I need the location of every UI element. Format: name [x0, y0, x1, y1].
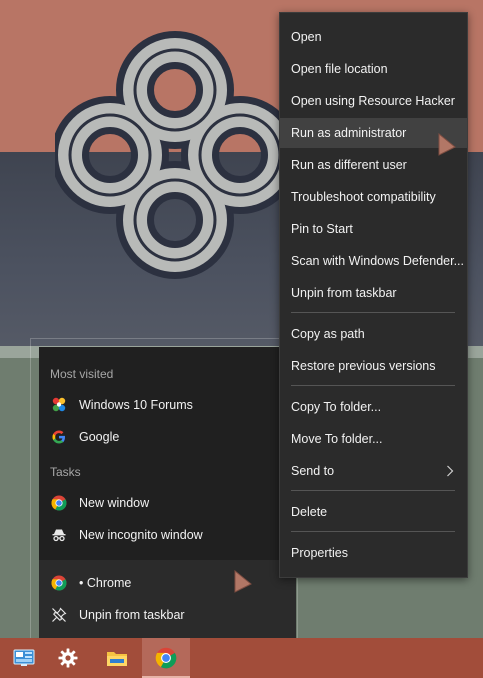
menu-separator [291, 531, 455, 532]
menu-item-label: Open [291, 30, 322, 44]
file-explorer-icon [107, 652, 127, 666]
menu-item-send-to[interactable]: Send to [280, 456, 467, 486]
mouse-cursor-icon [438, 133, 456, 156]
menu-item-label: Restore previous versions [291, 359, 436, 373]
task-label: New window [79, 496, 150, 510]
menu-item-label: Open using Resource Hacker [291, 94, 455, 108]
menu-item-label: Send to [291, 464, 335, 478]
jump-item-windows10forums[interactable]: Windows 10 Forums [39, 391, 296, 419]
task-new-incognito-window[interactable]: New incognito window [39, 521, 296, 549]
chevron-right-icon [447, 465, 454, 477]
jump-item-google[interactable]: Google [39, 423, 296, 451]
menu-item-label: Pin to Start [291, 222, 353, 236]
taskbar-settings-button[interactable] [44, 638, 92, 678]
menu-item-restore-previous-versions[interactable]: Restore previous versions [280, 351, 467, 381]
google-g-icon [51, 429, 67, 445]
menu-item-delete[interactable]: Delete [280, 497, 467, 527]
menu-separator [291, 312, 455, 313]
taskbar-file-explorer-button[interactable] [93, 638, 141, 678]
menu-item-open-using-resource-hacker[interactable]: Open using Resource Hacker [280, 86, 467, 116]
menu-item-label: Scan with Windows Defender... [291, 254, 464, 268]
menu-item-unpin-from-taskbar[interactable]: Unpin from taskbar [280, 278, 467, 308]
menu-item-move-to-folder[interactable]: Move To folder... [280, 424, 467, 454]
wallpaper-knot-emblem [55, 31, 295, 279]
menu-separator [291, 385, 455, 386]
incognito-icon [51, 527, 67, 543]
control-panel-icon [13, 649, 35, 666]
menu-item-label: Open file location [291, 62, 388, 76]
menu-item-copy-to-folder[interactable]: Copy To folder... [280, 392, 467, 422]
menu-separator [291, 490, 455, 491]
chrome-icon [51, 575, 67, 591]
jump-list-app-section: • Chrome Unpin from taskbar [39, 560, 296, 638]
menu-item-label: Properties [291, 546, 348, 560]
mouse-cursor-icon [234, 570, 252, 593]
menu-item-properties[interactable]: Properties [280, 538, 467, 568]
menu-item-open-file-location[interactable]: Open file location [280, 54, 467, 84]
menu-item-copy-as-path[interactable]: Copy as path [280, 319, 467, 349]
windows10forums-icon [51, 397, 67, 413]
taskbar [0, 638, 483, 678]
jump-item-unpin-from-taskbar[interactable]: Unpin from taskbar [39, 601, 296, 629]
jump-item-label: Google [79, 430, 120, 444]
taskbar-chrome-button[interactable] [142, 638, 190, 678]
task-label: New incognito window [79, 528, 203, 542]
taskbar-control-panel-button[interactable] [0, 638, 48, 678]
menu-item-scan-with-windows-defender[interactable]: Scan with Windows Defender... [280, 246, 467, 276]
menu-item-pin-to-start[interactable]: Pin to Start [280, 214, 467, 244]
menu-item-label: Unpin from taskbar [291, 286, 397, 300]
jump-list-upper-panel: Most visited Windows 10 Forums Google Ta… [39, 347, 296, 560]
menu-item-label: Run as administrator [291, 126, 407, 140]
file-context-menu: Open Open file location Open using Resou… [279, 12, 468, 578]
menu-item-label: Delete [291, 505, 328, 519]
app-item-label: • Chrome [79, 576, 132, 590]
jump-item-chrome-app[interactable]: • Chrome [39, 569, 296, 597]
menu-item-troubleshoot-compatibility[interactable]: Troubleshoot compatibility [280, 182, 467, 212]
menu-item-label: Copy To folder... [291, 400, 382, 414]
menu-item-label: Run as different user [291, 158, 407, 172]
unpin-icon [51, 607, 67, 623]
chrome-icon [51, 495, 67, 511]
task-new-window[interactable]: New window [39, 489, 296, 517]
menu-item-label: Troubleshoot compatibility [291, 190, 436, 204]
menu-item-label: Copy as path [291, 327, 365, 341]
unpin-label: Unpin from taskbar [79, 608, 185, 622]
chrome-jump-list: Most visited Windows 10 Forums Google Ta… [30, 338, 298, 640]
chrome-icon [155, 647, 177, 669]
tasks-heading: Tasks [50, 465, 81, 479]
settings-gear-icon [58, 648, 78, 668]
menu-item-label: Move To folder... [291, 432, 383, 446]
jump-item-label: Windows 10 Forums [79, 398, 193, 412]
menu-item-open[interactable]: Open [280, 22, 467, 52]
most-visited-heading: Most visited [50, 367, 114, 381]
